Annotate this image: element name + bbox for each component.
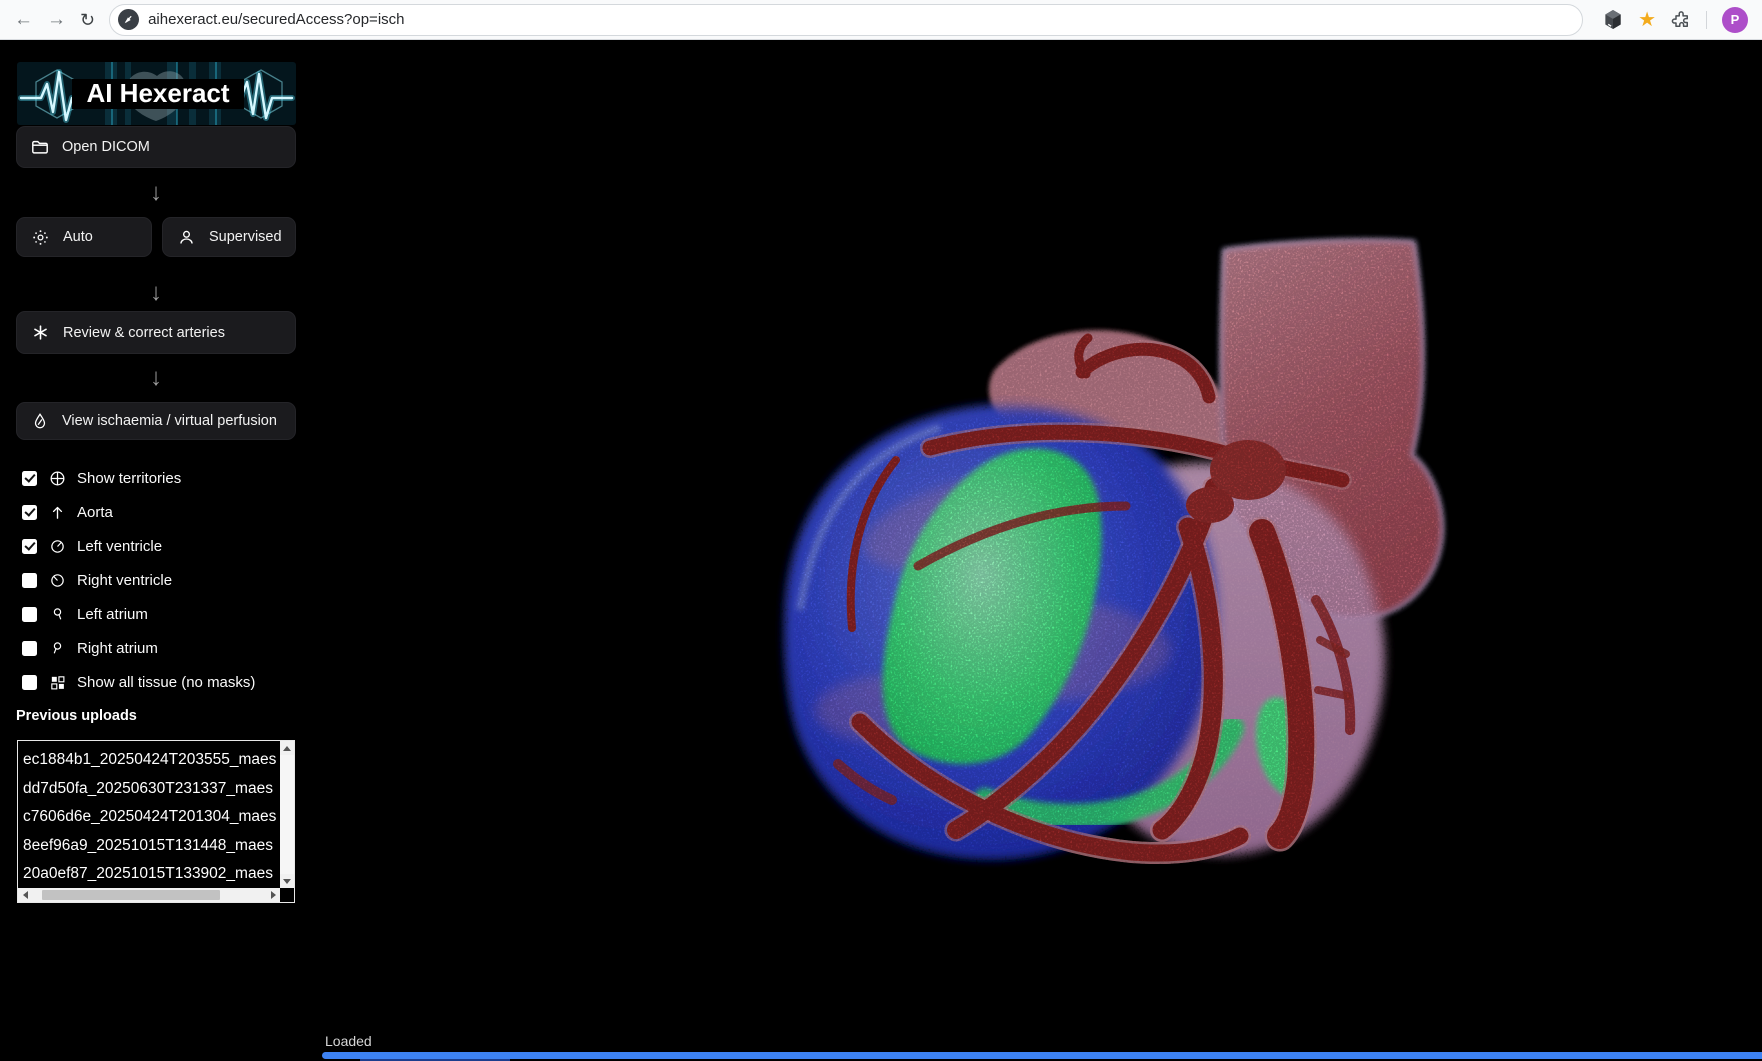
app-logo-banner: AI Hexeract [17, 62, 296, 125]
flow-arrow-icon: ↓ [16, 181, 296, 205]
scroll-left-arrow[interactable] [18, 888, 32, 902]
scroll-up-arrow[interactable] [280, 741, 294, 755]
horizontal-scrollbar[interactable] [18, 888, 280, 902]
vertical-scrollbar[interactable] [280, 741, 294, 888]
upload-option[interactable]: c7606d6e_20250424T201304_maes [23, 803, 280, 832]
asterisk-icon [31, 323, 50, 342]
toggle-show-territories[interactable]: Show territories [22, 461, 296, 495]
auto-focus-icon [31, 228, 50, 247]
horizontal-scroll-thumb[interactable] [42, 890, 220, 900]
logo-title: AI Hexeract [86, 78, 229, 108]
aorta-checkbox[interactable] [22, 505, 37, 520]
left-ventricle-checkbox[interactable] [22, 539, 37, 554]
toggle-aorta[interactable]: Aorta [22, 495, 296, 529]
browser-toolbar: ← → ↻ aihexeract.eu/securedAccess?op=isc… [0, 0, 1762, 40]
upload-option[interactable]: dd7d50fa_20250630T231337_maes [23, 775, 280, 804]
left-ventricle-icon [46, 538, 68, 555]
flow-arrow-icon: ↓ [16, 366, 296, 390]
toggle-right-atrium[interactable]: Right atrium [22, 631, 296, 665]
url-text: aihexeract.eu/securedAccess?op=isch [148, 11, 404, 28]
auto-label: Auto [63, 229, 93, 245]
profile-avatar[interactable]: P [1722, 7, 1748, 33]
person-icon [177, 228, 196, 247]
auto-button[interactable]: Auto [16, 217, 152, 257]
show-all-tissue-checkbox[interactable] [22, 675, 37, 690]
left-atrium-icon [46, 606, 68, 623]
territories-icon [46, 469, 68, 488]
left-atrium-checkbox[interactable] [22, 607, 37, 622]
review-arteries-button[interactable]: Review & correct arteries [16, 311, 296, 354]
toolbar-divider [1706, 11, 1707, 29]
extensions-puzzle-icon[interactable] [1671, 10, 1691, 30]
toggle-show-all-tissue[interactable]: Show all tissue (no masks) [22, 665, 296, 699]
droplet-icon [31, 412, 49, 430]
supervised-label: Supervised [209, 229, 282, 245]
right-atrium-checkbox[interactable] [22, 641, 37, 656]
toggle-left-atrium[interactable]: Left atrium [22, 597, 296, 631]
url-bar[interactable]: aihexeract.eu/securedAccess?op=isch [109, 4, 1583, 36]
review-arteries-label: Review & correct arteries [63, 325, 225, 341]
supervised-button[interactable]: Supervised [162, 217, 296, 257]
previous-uploads-listbox[interactable]: ec1884b1_20250424T203555_maes dd7d50fa_2… [17, 740, 295, 903]
site-info-icon[interactable] [118, 9, 139, 30]
forward-button[interactable]: → [47, 10, 66, 29]
flow-arrow-icon: ↓ [16, 281, 296, 305]
upload-option[interactable]: 8eef96a9_20251015T131448_maes [23, 832, 280, 861]
previous-uploads-label: Previous uploads [16, 708, 137, 724]
all-tissue-grid-icon [46, 674, 68, 691]
reload-button[interactable]: ↻ [80, 11, 95, 29]
progress-bar [322, 1052, 1762, 1059]
right-ventricle-checkbox[interactable] [22, 573, 37, 588]
layer-toggles: Show territories Aorta Left ventricle Ri… [22, 461, 296, 699]
upload-option[interactable]: 20a0ef87_20251015T133902_maes [23, 860, 280, 888]
back-button[interactable]: ← [14, 10, 33, 29]
open-dicom-button[interactable]: Open DICOM [16, 126, 296, 168]
upload-option[interactable]: ec1884b1_20250424T203555_maes [23, 746, 280, 775]
aorta-arrow-icon [46, 504, 68, 521]
bookmark-star-icon[interactable]: ★ [1638, 10, 1656, 30]
open-dicom-label: Open DICOM [62, 139, 150, 155]
scroll-right-arrow[interactable] [266, 888, 280, 902]
view-ischaemia-button[interactable]: View ischaemia / virtual perfusion [16, 402, 296, 440]
right-ventricle-icon [46, 572, 68, 589]
scroll-down-arrow[interactable] [280, 874, 294, 888]
right-atrium-icon [46, 640, 68, 657]
show-territories-checkbox[interactable] [22, 471, 37, 486]
toggle-left-ventricle[interactable]: Left ventricle [22, 529, 296, 563]
status-label: Loaded [325, 1033, 372, 1049]
extension-cube-icon[interactable] [1603, 9, 1623, 30]
folder-icon [31, 138, 49, 156]
toggle-right-ventricle[interactable]: Right ventricle [22, 563, 296, 597]
view-ischaemia-label: View ischaemia / virtual perfusion [62, 413, 277, 429]
